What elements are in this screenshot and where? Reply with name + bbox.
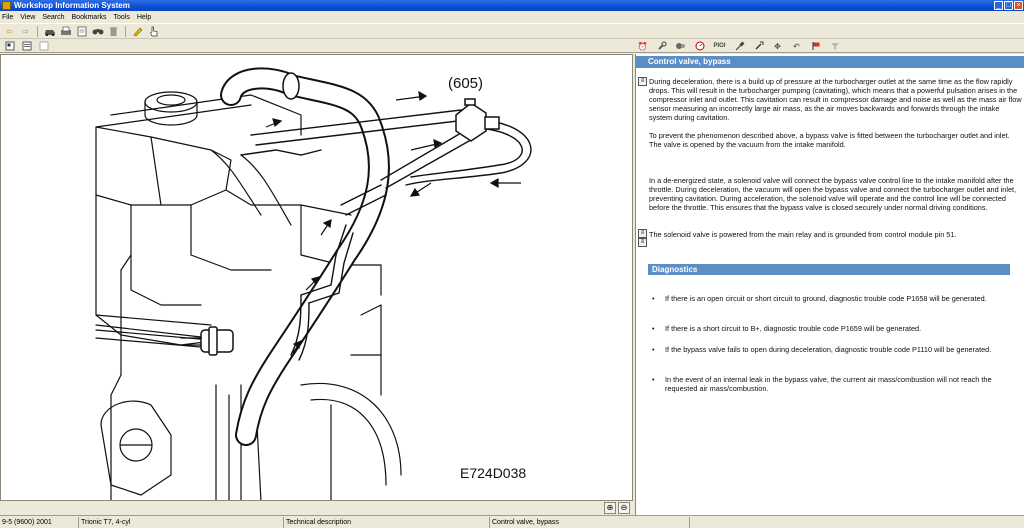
flag-icon[interactable] bbox=[809, 40, 822, 52]
document-icon[interactable] bbox=[75, 25, 88, 37]
highlighter-icon[interactable] bbox=[131, 25, 144, 37]
bullet-dot: • bbox=[652, 294, 655, 303]
status-vehicle: 9-5 (9600) 2001 bbox=[0, 517, 79, 528]
grid-view-icon[interactable] bbox=[37, 40, 50, 52]
window-controls: _ □ × bbox=[994, 1, 1023, 10]
zoom-out-icon[interactable]: ⊖ bbox=[618, 502, 630, 514]
status-doc-type: Technical description bbox=[284, 517, 490, 528]
main-toolbar: ⇦ ⇨ bbox=[0, 23, 1024, 39]
status-topic: Control valve, bypass bbox=[490, 517, 690, 528]
diagnostic-item-text: In the event of an internal leak in the … bbox=[665, 375, 992, 393]
bullet-dot: • bbox=[652, 324, 655, 333]
expand-section-icon[interactable]: ≡ bbox=[638, 229, 647, 238]
expand-section-icon[interactable]: ≡ bbox=[638, 238, 647, 247]
trash-icon[interactable] bbox=[107, 25, 120, 37]
document-toolbar: ⏰ PIOI ✥ ↶ bbox=[636, 40, 841, 52]
hand-pointer-icon[interactable] bbox=[147, 25, 160, 37]
back-arrow-icon[interactable]: ⇦ bbox=[3, 25, 16, 37]
zoom-controls: ⊕ ⊖ bbox=[0, 501, 633, 515]
menu-bookmarks[interactable]: Bookmarks bbox=[72, 14, 107, 21]
component-callout-label: (605) bbox=[448, 75, 484, 92]
status-bar: 9-5 (9600) 2001 Trionic T7, 4-cyl Techni… bbox=[0, 515, 1024, 528]
figure-id-label: E724D038 bbox=[460, 465, 527, 481]
menu-file[interactable]: File bbox=[2, 14, 13, 21]
menu-tools[interactable]: Tools bbox=[114, 14, 130, 21]
menu-view[interactable]: View bbox=[20, 14, 35, 21]
menu-search[interactable]: Search bbox=[42, 14, 64, 21]
minimize-button[interactable]: _ bbox=[994, 1, 1003, 10]
illustration-pane: (605) E724D038 bbox=[0, 54, 633, 501]
engine-illustration bbox=[95, 67, 532, 500]
alarm-clock-icon[interactable]: ⏰ bbox=[636, 40, 649, 52]
pioi-button[interactable]: PIOI bbox=[712, 40, 727, 52]
app-icon bbox=[2, 1, 11, 10]
gauge-icon[interactable] bbox=[693, 40, 706, 52]
move-arrows-icon[interactable]: ✥ bbox=[771, 40, 784, 52]
paragraph-cavitation: During deceleration, there is a build up… bbox=[649, 77, 1022, 122]
undo-icon[interactable]: ↶ bbox=[790, 40, 803, 52]
filter-icon[interactable] bbox=[828, 40, 841, 52]
spanner-icon[interactable] bbox=[752, 40, 765, 52]
secondary-toolbar bbox=[0, 39, 1024, 53]
document-pane: Control valve, bypass ≡ During decelerat… bbox=[635, 54, 1024, 515]
paragraph-solenoid-operation: In a de-energized state, a solenoid valv… bbox=[649, 176, 1017, 212]
menu-help[interactable]: Help bbox=[137, 14, 151, 21]
bullet-dot: • bbox=[652, 345, 655, 354]
page-icon[interactable] bbox=[3, 40, 16, 52]
wrench-icon[interactable] bbox=[655, 40, 668, 52]
section-title: Control valve, bypass bbox=[636, 56, 1024, 68]
paragraph-bypass-purpose: To prevent the phenomenon described abov… bbox=[649, 131, 1010, 149]
bullet-dot: • bbox=[652, 375, 655, 384]
diagnostic-item-text: If the bypass valve fails to open during… bbox=[665, 345, 992, 354]
diagnostic-item-text: If there is an open circuit or short cir… bbox=[665, 294, 987, 303]
list-view-icon[interactable] bbox=[20, 40, 33, 52]
close-button[interactable]: × bbox=[1014, 1, 1023, 10]
diagnostics-heading: Diagnostics bbox=[648, 264, 1010, 275]
diagnostic-item-text: If there is a short circuit to B+, diagn… bbox=[665, 324, 922, 333]
car-icon[interactable] bbox=[43, 25, 56, 37]
maximize-button[interactable]: □ bbox=[1004, 1, 1013, 10]
expand-section-icon[interactable]: ≡ bbox=[638, 77, 647, 86]
title-bar: Workshop Information System _ □ × bbox=[0, 0, 1024, 11]
tools-icon[interactable] bbox=[674, 40, 687, 52]
print-icon[interactable] bbox=[59, 25, 72, 37]
status-engine: Trionic T7, 4-cyl bbox=[79, 517, 284, 528]
paragraph-power-ground: The solenoid valve is powered from the m… bbox=[649, 230, 957, 239]
window-title: Workshop Information System bbox=[14, 1, 130, 10]
screwdriver-icon[interactable] bbox=[733, 40, 746, 52]
forward-arrow-icon[interactable]: ⇨ bbox=[19, 25, 32, 37]
toolbar-divider bbox=[37, 25, 38, 37]
zoom-in-icon[interactable]: ⊕ bbox=[604, 502, 616, 514]
toolbar-divider bbox=[125, 25, 126, 37]
binoculars-icon[interactable] bbox=[91, 25, 104, 37]
menu-bar: File View Search Bookmarks Tools Help bbox=[0, 11, 1024, 23]
